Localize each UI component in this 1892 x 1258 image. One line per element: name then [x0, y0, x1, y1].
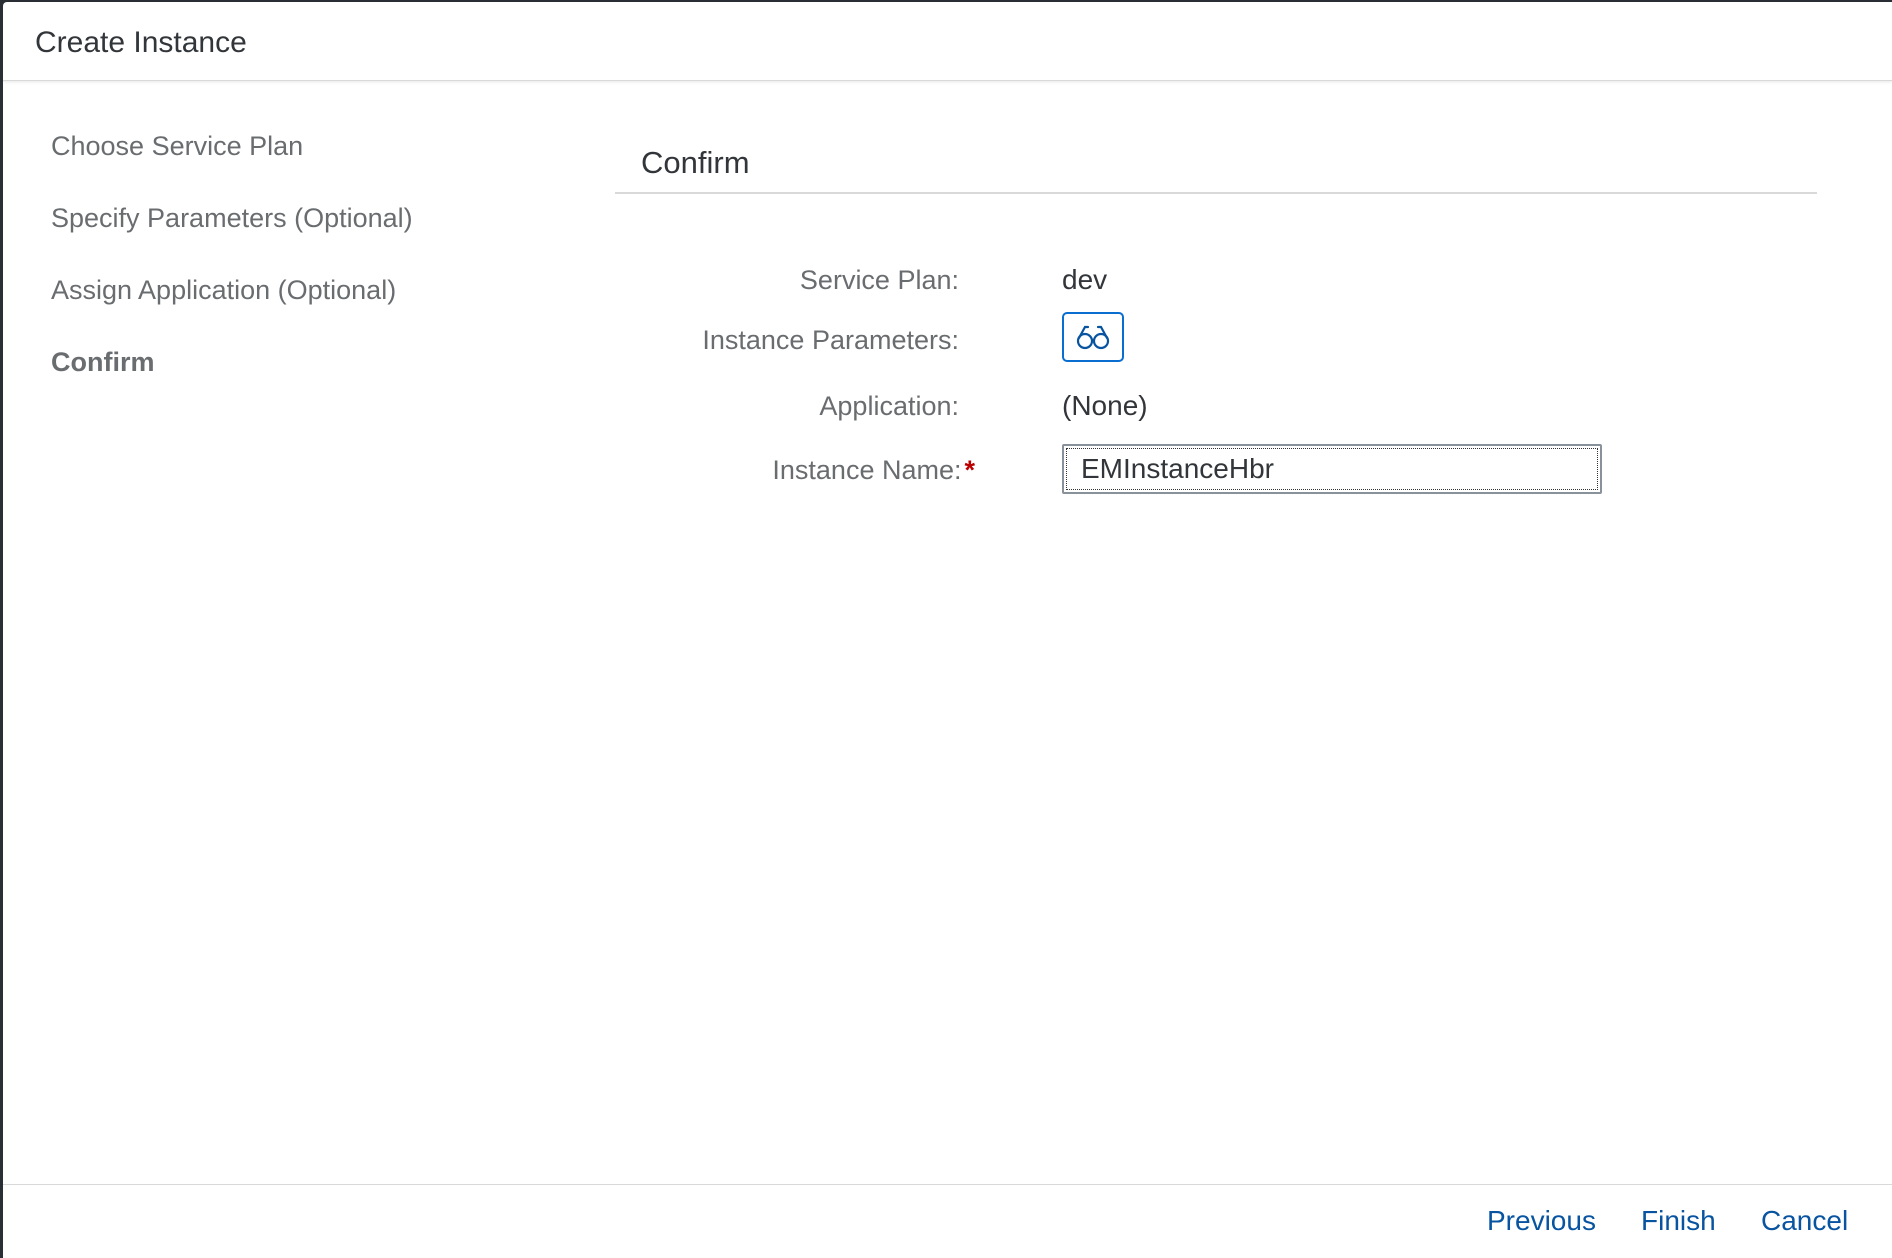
instance-name-row: Instance Name: *: [615, 442, 1817, 498]
step-assign-application[interactable]: Assign Application (Optional): [51, 272, 413, 344]
dialog-footer: Previous Finish Cancel: [3, 1184, 1892, 1258]
dialog-title: Create Instance: [35, 26, 247, 59]
service-plan-label: Service Plan:: [799, 265, 959, 295]
application-row: Application: (None): [615, 378, 1817, 434]
instance-name-input[interactable]: [1066, 448, 1598, 490]
confirm-panel: Confirm Service Plan: dev Instance Param…: [615, 140, 1817, 494]
service-plan-row: Service Plan: dev: [615, 252, 1817, 308]
step-specify-parameters[interactable]: Specify Parameters (Optional): [51, 200, 413, 272]
section-title: Confirm: [615, 140, 1817, 194]
finish-button[interactable]: Finish: [1641, 1205, 1716, 1237]
instance-parameters-row: Instance Parameters:: [615, 312, 1817, 368]
instance-parameters-label: Instance Parameters:: [702, 325, 959, 355]
previous-button[interactable]: Previous: [1487, 1205, 1596, 1237]
create-instance-dialog: Create Instance Choose Service Plan Spec…: [3, 2, 1892, 1258]
instance-name-label: Instance Name: *: [772, 455, 975, 485]
required-asterisk: *: [964, 455, 975, 485]
instance-name-field[interactable]: [1062, 444, 1602, 494]
view-parameters-button[interactable]: [1062, 312, 1124, 362]
step-choose-service-plan[interactable]: Choose Service Plan: [51, 128, 413, 200]
dialog-header: Create Instance: [3, 2, 1892, 81]
application-label: Application:: [819, 391, 959, 421]
step-confirm[interactable]: Confirm: [51, 344, 413, 416]
wizard-steps: Choose Service Plan Specify Parameters (…: [51, 128, 413, 416]
glasses-icon: [1076, 325, 1110, 350]
cancel-button[interactable]: Cancel: [1761, 1205, 1848, 1237]
service-plan-value: dev: [1062, 264, 1108, 295]
application-value: (None): [1062, 390, 1148, 421]
